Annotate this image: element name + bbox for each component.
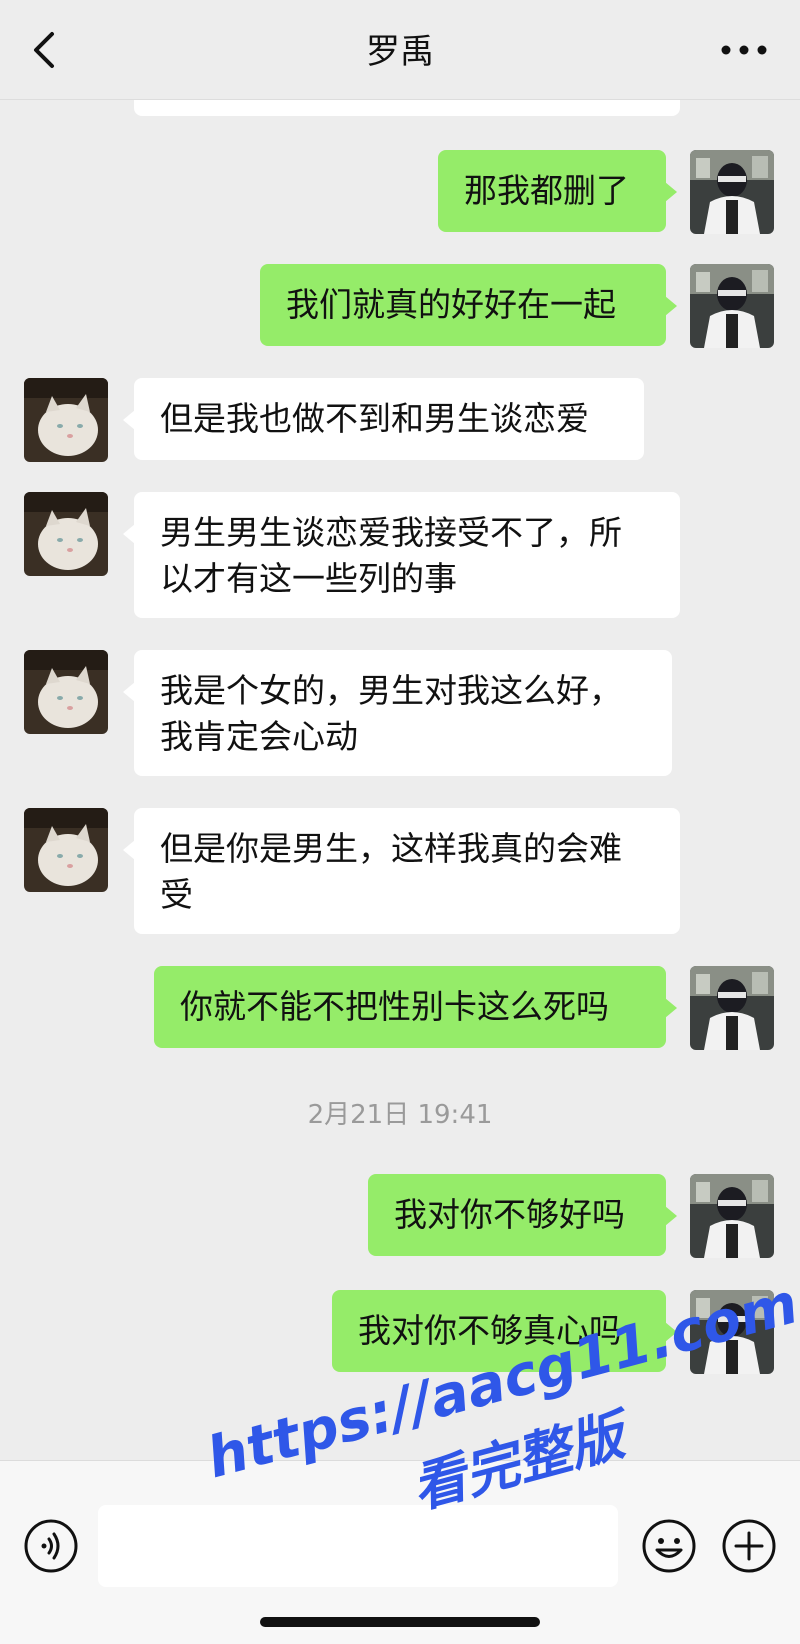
white-cat-avatar-icon [24,492,108,576]
back-button[interactable] [22,22,70,78]
message-bubble-incoming[interactable]: 男生男生谈恋爱我接受不了，所 以才有这一些列的事 [123,492,680,618]
contact-avatar[interactable] [24,808,108,892]
my-avatar[interactable] [690,966,774,1050]
contact-avatar[interactable] [24,492,108,576]
emoji-icon [642,1519,696,1573]
message-bubble-incoming[interactable]: 我是个女的，男生对我这么好， 我肯定会心动 [123,650,672,776]
my-avatar[interactable] [690,150,774,234]
masked-person-avatar-icon [690,966,774,1050]
message-bubble-outgoing[interactable]: 我对你不够真心吗 [332,1290,677,1372]
input-bar [0,1460,800,1644]
message-bubble-partial [134,100,680,116]
message-bubble-incoming[interactable]: 但是你是男生，这样我真的会难 受 [123,808,680,934]
chevron-left-icon [34,32,54,68]
more-dots-icon [721,45,767,55]
message-bubble-outgoing[interactable]: 我对你不够好吗 [368,1174,677,1256]
my-avatar[interactable] [690,1290,774,1374]
message-input[interactable] [98,1505,618,1587]
masked-person-avatar-icon [690,1290,774,1374]
chat-header: 罗禹 [0,0,800,100]
message-list[interactable]: 那我都删了 我们就真的好好在一起 但是我也做不到和男生谈恋爱 男生男生谈恋爱我接… [0,100,800,1460]
message-bubble-outgoing[interactable]: 你就不能不把性别卡这么死吗 [154,966,677,1048]
emoji-button[interactable] [640,1517,698,1575]
plus-icon [722,1519,776,1573]
message-bubble-incoming[interactable]: 但是我也做不到和男生谈恋爱 [123,378,644,460]
masked-person-avatar-icon [690,1174,774,1258]
message-bubble-outgoing[interactable]: 我们就真的好好在一起 [260,264,677,346]
chat-title: 罗禹 [366,32,434,72]
more-button[interactable] [716,30,772,70]
voice-icon [24,1519,78,1573]
my-avatar[interactable] [690,1174,774,1258]
voice-button[interactable] [22,1517,80,1575]
white-cat-avatar-icon [24,378,108,462]
white-cat-avatar-icon [24,808,108,892]
home-indicator[interactable] [260,1617,540,1627]
masked-person-avatar-icon [690,264,774,348]
plus-button[interactable] [720,1517,778,1575]
message-timestamp: 2月21日 19:41 [307,1100,493,1130]
masked-person-avatar-icon [690,150,774,234]
contact-avatar[interactable] [24,650,108,734]
message-bubble-outgoing[interactable]: 那我都删了 [438,150,677,232]
my-avatar[interactable] [690,264,774,348]
contact-avatar[interactable] [24,378,108,462]
white-cat-avatar-icon [24,650,108,734]
